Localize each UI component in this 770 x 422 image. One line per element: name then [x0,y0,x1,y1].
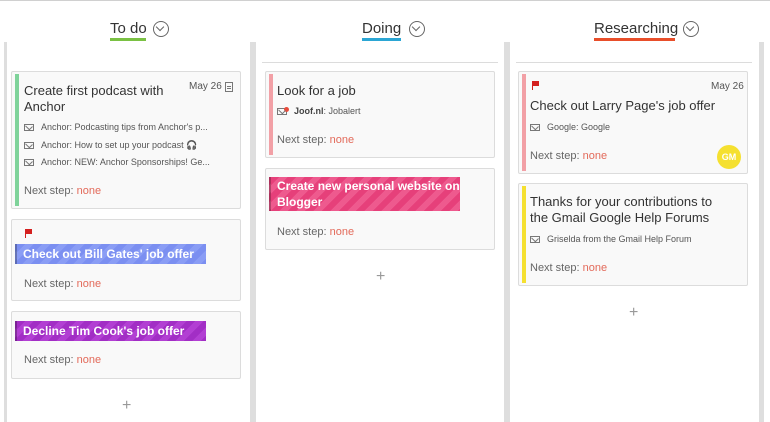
doc-icon [225,82,233,92]
next-step[interactable]: Next step: none [24,278,101,290]
add-card-button[interactable]: + [122,397,131,415]
card-date: May 26 [711,81,744,92]
column-divider [250,42,256,422]
column-divider [504,42,510,422]
card-title: Thanks for your contributions to the Gma… [530,194,713,225]
card-title: Look for a job [277,83,356,98]
next-step[interactable]: Next step: none [530,262,607,274]
mail-item[interactable]: Joof.nl: Jobalert [277,106,361,116]
chevron-down-icon[interactable] [153,21,169,37]
mail-icon [24,142,34,150]
task-card[interactable]: Look for a job Joof.nl: Jobalert Next st… [265,71,495,158]
mail-item[interactable]: Google: Google [530,122,610,132]
column-divider [759,42,764,422]
add-card-button[interactable]: + [376,268,385,286]
task-card[interactable]: May 26 Check out Larry Page's job offer … [518,71,748,174]
flag-icon [25,229,32,238]
top-border [0,0,770,1]
mail-icon [24,159,34,167]
card-title: Create first podcast with Anchor [24,83,164,114]
column-underline-researching [594,38,675,41]
next-step[interactable]: Next step: none [277,226,354,238]
column-title-doing: Doing [362,20,402,37]
next-step[interactable]: Next step: none [530,150,607,162]
avatar[interactable]: GM [717,145,741,169]
card-title-banner: Check out Bill Gates' job offer [15,244,206,264]
mail-item[interactable]: Anchor: Podcasting tips from Anchor's p.… [24,122,208,132]
mail-item[interactable]: Anchor: NEW: Anchor Sponsorships! Ge... [24,157,210,167]
add-card-button[interactable]: + [629,304,638,322]
task-card[interactable]: Decline Tim Cook's job offer Next step: … [11,311,241,379]
task-card[interactable]: Check out Bill Gates' job offer Next ste… [11,219,241,301]
mail-icon [530,236,540,244]
card-color-stripe [522,74,526,171]
unread-dot [284,107,289,113]
column-border-left [4,42,7,422]
column-title-researching: Researching [594,20,679,37]
column-underline-todo [110,38,146,41]
card-color-stripe [522,186,526,283]
card-color-stripe [269,74,273,155]
chevron-down-icon[interactable] [683,21,699,37]
mail-icon [24,124,34,132]
card-date: May 26 [189,81,222,92]
mail-item[interactable]: Griselda from the Gmail Help Forum [530,234,692,244]
next-step[interactable]: Next step: none [24,185,101,197]
mail-icon [530,124,540,132]
card-color-stripe [15,74,19,206]
task-card[interactable]: Create new personal website on Blogger N… [265,168,495,250]
task-card[interactable]: Thanks for your contributions to the Gma… [518,183,748,286]
next-step[interactable]: Next step: none [277,134,354,146]
flag-icon [532,81,539,90]
column-top-line [262,62,498,63]
column-top-line [516,62,752,63]
column-underline-doing [362,38,401,41]
chevron-down-icon[interactable] [409,21,425,37]
card-title-banner: Decline Tim Cook's job offer [15,321,206,341]
task-card[interactable]: Create first podcast with Anchor May 26 … [11,71,241,209]
column-title-todo: To do [110,20,147,37]
card-title-banner: Create new personal website on Blogger [269,177,460,211]
mail-icon [277,107,289,116]
next-step[interactable]: Next step: none [24,354,101,366]
mail-item[interactable]: Anchor: How to set up your podcast 🎧 [24,140,197,151]
card-title: Check out Larry Page's job offer [530,98,716,113]
